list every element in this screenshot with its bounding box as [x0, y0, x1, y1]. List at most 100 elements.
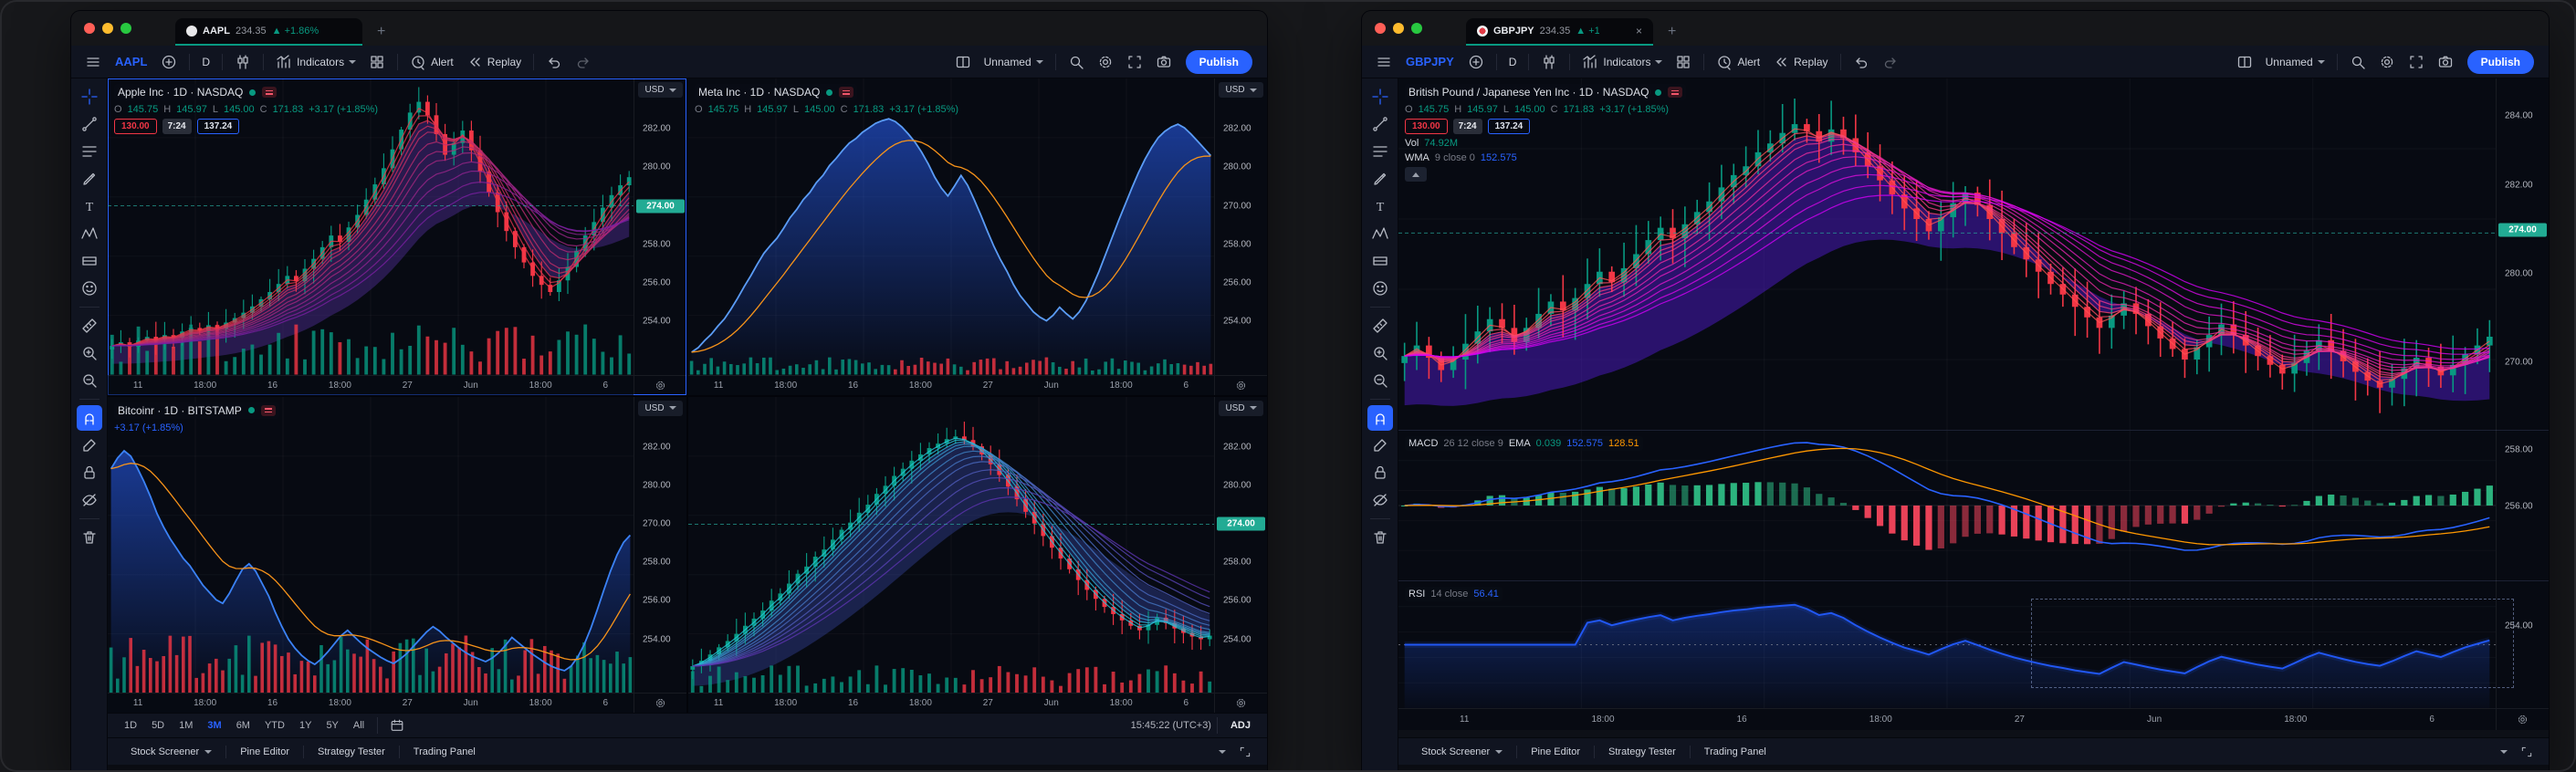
zoom-in-icon[interactable] [1367, 340, 1393, 366]
xabcd-pattern-icon[interactable] [77, 221, 102, 246]
range-button[interactable]: 1D [117, 717, 144, 734]
compare-add-icon[interactable] [154, 50, 183, 74]
price-axis[interactable]: USD 282.00280.00270.00258.00256.00254.00 [1214, 78, 1267, 375]
zoom-window-button[interactable] [1411, 23, 1422, 34]
time-axis[interactable]: 1118:001618:0027Jun18:006 [1398, 708, 2496, 730]
limit-price-chip[interactable]: 137.24 [1488, 119, 1531, 134]
date-range-icon[interactable] [383, 715, 411, 736]
drawing-panel-icon[interactable] [77, 433, 102, 458]
camera-icon[interactable] [2431, 50, 2460, 74]
tab-stock-screener[interactable]: Stock Screener [117, 746, 225, 757]
chart-panel-fourth[interactable]: USD 274.00 282.00280.00258.00256.00254.0… [688, 397, 1267, 714]
chart-plot-bitcoin[interactable] [108, 397, 634, 694]
redo-icon[interactable] [569, 50, 598, 74]
legend-flag-icon[interactable] [261, 405, 276, 416]
new-tab-button[interactable]: + [1653, 18, 1691, 46]
zoom-out-icon[interactable] [77, 368, 102, 393]
fib-retracement-icon[interactable] [77, 139, 102, 164]
price-axis[interactable]: 274.00 284.00282.00280.00270.00258.00256… [2496, 78, 2549, 708]
replay-button[interactable]: Replay [460, 50, 528, 74]
tab-pine-editor[interactable]: Pine Editor [226, 746, 303, 757]
hide-all-drawings-icon[interactable] [1367, 487, 1393, 513]
stop-price-chip[interactable]: 130.00 [114, 119, 157, 134]
emoji-icon[interactable] [1367, 276, 1393, 301]
fullscreen-icon[interactable] [2402, 50, 2431, 74]
settings-gear-icon[interactable] [1091, 50, 1120, 74]
magnet-icon[interactable] [77, 405, 102, 431]
main-price-pane[interactable]: British Pound / Japanese Yen Inc · 1D · … [1398, 78, 2549, 430]
redo-icon[interactable] [1876, 50, 1905, 74]
zoom-window-button[interactable] [120, 23, 131, 34]
chart-panel-bitcoin[interactable]: Bitcoinr · 1D · BITSTAMP +3.17 (+1.85%) … [108, 397, 686, 714]
currency-selector[interactable]: USD [1219, 82, 1263, 98]
range-button[interactable]: 5D [144, 717, 172, 734]
long-position-icon[interactable] [1367, 248, 1393, 274]
axis-settings-gear-icon[interactable] [634, 375, 686, 395]
range-button[interactable]: 3M [200, 717, 228, 734]
publish-button[interactable]: Publish [2467, 50, 2534, 74]
settings-gear-icon[interactable] [2372, 50, 2402, 74]
indicator-templates-icon[interactable] [362, 50, 392, 74]
magnet-icon[interactable] [1367, 405, 1393, 431]
symbol-search-button[interactable]: AAPL [108, 51, 154, 72]
time-axis[interactable]: 1118:001618:0027Jun18:006 [108, 375, 634, 395]
selection-box[interactable] [2031, 599, 2514, 687]
long-position-icon[interactable] [77, 248, 102, 274]
legend-flag-icon[interactable] [1668, 87, 1682, 98]
interval-button[interactable]: D [1503, 52, 1524, 72]
currency-selector[interactable]: USD [638, 82, 683, 98]
zoom-in-icon[interactable] [77, 340, 102, 366]
minimize-window-button[interactable] [1393, 23, 1404, 34]
measure-icon[interactable] [77, 313, 102, 339]
currency-selector[interactable]: USD [1219, 401, 1263, 416]
crosshair-icon[interactable] [1367, 84, 1393, 110]
price-axis[interactable]: USD 274.00 282.00280.00258.00256.00254.0… [634, 78, 686, 375]
tab-strategy-tester[interactable]: Strategy Tester [1595, 746, 1690, 757]
collapse-panel-icon[interactable] [1212, 746, 1232, 757]
compare-add-icon[interactable] [1461, 50, 1491, 74]
replay-button[interactable]: Replay [1766, 50, 1834, 74]
range-button[interactable]: 1M [172, 717, 200, 734]
legend-flag-icon[interactable] [262, 87, 277, 98]
hamburger-menu-icon[interactable] [79, 50, 108, 74]
minimize-window-button[interactable] [102, 23, 113, 34]
browser-tab-aapl[interactable]: AAPL 234.35 ▲ +1.86% [175, 18, 362, 46]
axis-settings-gear-icon[interactable] [2496, 708, 2549, 730]
candle-style-icon[interactable] [228, 50, 257, 74]
chart-panel-meta[interactable]: Meta Inc · 1D · NASDAQ O145.75 H145.97 L… [688, 78, 1267, 395]
indicators-button[interactable]: Indicators [1576, 50, 1669, 74]
layout-panes-icon[interactable] [2230, 50, 2259, 74]
remove-all-drawings-icon[interactable] [1367, 525, 1393, 550]
axis-settings-gear-icon[interactable] [634, 693, 686, 713]
collapse-panel-icon[interactable] [2494, 746, 2514, 757]
crosshair-icon[interactable] [77, 84, 102, 110]
legend-collapse-button[interactable] [1405, 167, 1427, 182]
maximize-panel-icon[interactable] [2514, 742, 2539, 762]
undo-icon[interactable] [1847, 50, 1876, 74]
range-button[interactable]: All [346, 717, 372, 734]
new-tab-button[interactable]: + [362, 18, 400, 46]
legend-flag-icon[interactable] [839, 87, 853, 98]
browser-tab-gbpjpy[interactable]: GBPJPY 234.35 ▲ +1.86% × [1466, 18, 1653, 46]
fib-retracement-icon[interactable] [1367, 139, 1393, 164]
indicator-templates-icon[interactable] [1669, 50, 1698, 74]
trend-line-icon[interactable] [77, 111, 102, 137]
tab-trading-panel[interactable]: Trading Panel [1691, 746, 1780, 757]
xabcd-pattern-icon[interactable] [1367, 221, 1393, 246]
search-icon[interactable] [2343, 50, 2372, 74]
brush-icon[interactable] [1367, 166, 1393, 192]
chart-plot-meta[interactable] [688, 78, 1214, 375]
rsi-pane[interactable]: RSI 14 close 56.41 [1398, 580, 2549, 708]
symbol-search-button[interactable]: GBPJPY [1398, 51, 1461, 72]
undo-icon[interactable] [539, 50, 569, 74]
tab-pine-editor[interactable]: Pine Editor [1517, 746, 1594, 757]
tab-trading-panel[interactable]: Trading Panel [400, 746, 489, 757]
time-axis[interactable]: 1118:001618:0027Jun18:006 [108, 693, 634, 713]
range-button[interactable]: 1Y [292, 717, 319, 734]
text-tool-icon[interactable]: T [77, 193, 102, 219]
range-button[interactable]: 5Y [319, 717, 345, 734]
hamburger-menu-icon[interactable] [1369, 50, 1398, 74]
range-button[interactable]: YTD [257, 717, 292, 734]
price-axis[interactable]: USD 274.00 282.00280.00258.00256.00254.0… [1214, 397, 1267, 694]
chart-panel-apple[interactable]: Apple Inc · 1D · NASDAQ O145.75 H145.97 … [108, 78, 686, 395]
